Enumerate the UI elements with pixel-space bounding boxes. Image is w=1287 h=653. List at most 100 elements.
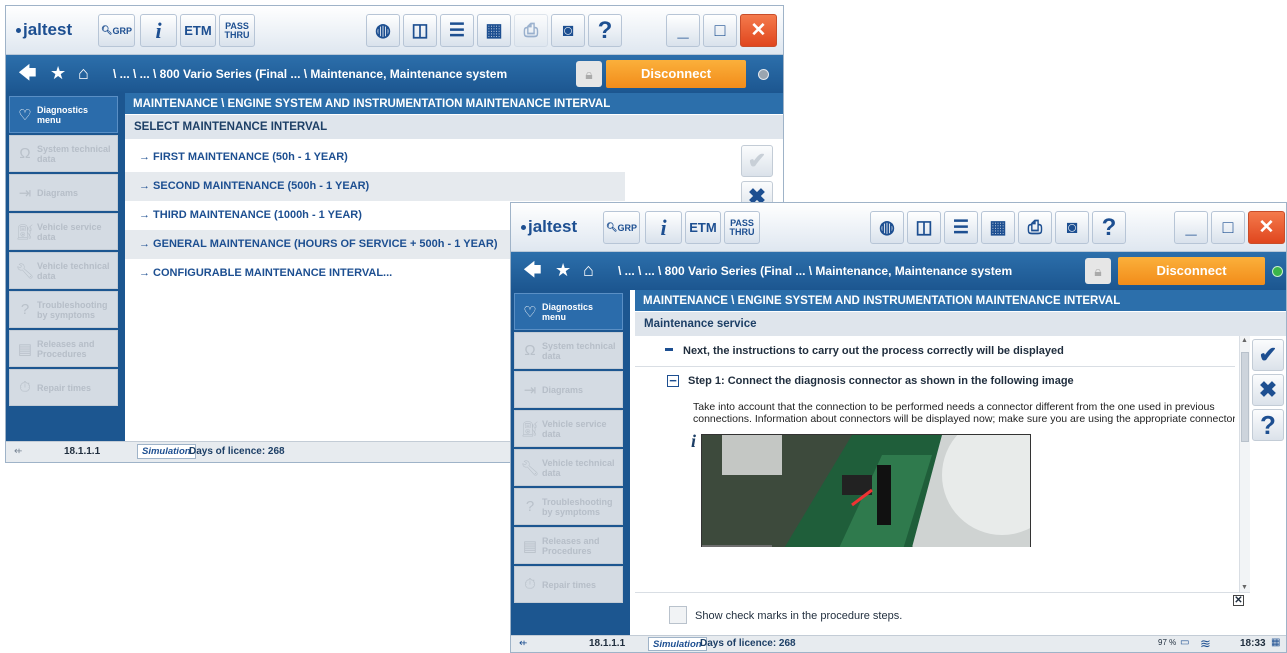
- accept-button[interactable]: ✔: [1252, 339, 1284, 371]
- sidebar-item-system-technical-data[interactable]: Ω System technical data: [9, 135, 118, 172]
- collapse-icon[interactable]: −: [667, 374, 679, 387]
- cancel-button[interactable]: ✖: [1252, 374, 1284, 406]
- sidebar-item-vehicle-service-data[interactable]: ⛽︎ Vehicle service data: [9, 213, 118, 250]
- connection-status-led: [758, 69, 769, 80]
- list-button[interactable]: ☰: [440, 14, 474, 47]
- pass-thru-button[interactable]: PASS THRU: [219, 14, 255, 47]
- sidebar-item-vehicle-technical-data[interactable]: 🔧︎ Vehicle technical data: [9, 252, 118, 289]
- close-small-icon[interactable]: ✕: [1233, 595, 1244, 606]
- list-icon: ☰: [952, 217, 970, 237]
- main-panel: MAINTENANCE \ ENGINE SYSTEM AND INSTRUME…: [635, 290, 1286, 643]
- back-arrow-icon[interactable]: 🡄: [18, 63, 37, 83]
- help-button[interactable]: ?: [1092, 211, 1126, 244]
- diagram-icon: ⇥: [18, 184, 32, 202]
- connector-photo: [701, 434, 1031, 547]
- jaltest-logo: jaltest: [521, 217, 577, 237]
- sidebar-item-diagrams[interactable]: ⇥ Diagrams: [9, 174, 118, 211]
- scroll-down-icon[interactable]: ▼: [1241, 584, 1248, 591]
- favorite-star-icon[interactable]: ★: [555, 260, 571, 280]
- calendar-icon[interactable]: ▦: [1271, 637, 1280, 648]
- print-button[interactable]: ⎙: [514, 14, 548, 47]
- grp-button[interactable]: 🔍︎ GRP: [603, 211, 640, 244]
- home-icon[interactable]: ⌂: [78, 63, 89, 83]
- maximize-button[interactable]: □: [703, 14, 737, 47]
- usb-icon: ⇷: [519, 638, 528, 649]
- omega-icon: Ω: [19, 145, 31, 162]
- sidebar-item-diagnostics[interactable]: ♡ Diagnostics menu: [514, 293, 623, 330]
- repair-times-icon: ⏱︎: [19, 379, 31, 396]
- home-icon[interactable]: ⌂: [583, 260, 594, 280]
- info-button[interactable]: i: [645, 211, 682, 244]
- simulation-badge: Simulation: [137, 444, 196, 459]
- etm-button[interactable]: ETM: [180, 14, 216, 47]
- sidebar-item-vehicle-technical-data[interactable]: 🔧︎ Vehicle technical data: [514, 449, 623, 486]
- info-button[interactable]: i: [140, 14, 177, 47]
- close-button[interactable]: ✕: [1248, 211, 1285, 244]
- sidebar-item-repair-times[interactable]: ⏱︎ Repair times: [514, 566, 623, 603]
- minimize-button[interactable]: _: [1174, 211, 1208, 244]
- simulation-badge: Simulation: [648, 637, 707, 651]
- show-check-marks-checkbox[interactable]: [669, 606, 687, 624]
- menu-item-first-maintenance[interactable]: → FIRST MAINTENANCE (50h - 1 YEAR): [125, 143, 625, 172]
- app-window-front: jaltest 🔍︎ GRP i ETM PASS THRU ◍ ◫ ☰ ▦ ⎙ ◙…: [510, 202, 1287, 653]
- favorite-star-icon[interactable]: ★: [50, 63, 66, 83]
- document-search-button[interactable]: ◫: [403, 14, 437, 47]
- omega-icon: Ω: [524, 342, 536, 359]
- battery-icon: ▭: [1180, 637, 1190, 648]
- licence-label: Days of licence: 268: [189, 446, 285, 457]
- sidebar-item-diagnostics[interactable]: ♡ Diagnostics menu: [9, 96, 118, 133]
- oil-can-icon: ⛽︎: [520, 420, 540, 438]
- calculator-button[interactable]: ▦: [477, 14, 511, 47]
- print-button[interactable]: ⎙: [1018, 211, 1052, 244]
- licence-label: Days of licence: 268: [700, 638, 796, 649]
- sidebar-item-releases-procedures[interactable]: ▤ Releases and Procedures: [9, 330, 118, 367]
- jaltest-logo: jaltest: [16, 20, 72, 40]
- pass-thru-button[interactable]: PASS THRU: [724, 211, 760, 244]
- help-button-side[interactable]: ?: [1252, 409, 1284, 441]
- bullet-dash-icon: [665, 348, 673, 351]
- sidebar-item-releases-procedures[interactable]: ▤ Releases and Procedures: [514, 527, 623, 564]
- back-arrow-icon[interactable]: 🡄: [523, 260, 542, 280]
- battery-level: 97 %: [1158, 638, 1177, 647]
- list-button[interactable]: ☰: [944, 211, 978, 244]
- camera-button[interactable]: ◙: [551, 14, 585, 47]
- document-search-button[interactable]: ◫: [907, 211, 941, 244]
- step-description: Take into account that the connection to…: [693, 401, 1235, 425]
- disconnect-button[interactable]: Disconnect: [606, 60, 746, 88]
- scroll-thumb[interactable]: [1241, 352, 1249, 442]
- sidebar-item-troubleshooting[interactable]: ? Troubleshooting by symptoms: [514, 488, 623, 525]
- lock-icon[interactable]: 🔒︎: [576, 61, 602, 87]
- globe-button[interactable]: ◍: [870, 211, 904, 244]
- sidebar-item-vehicle-service-data[interactable]: ⛽︎ Vehicle service data: [514, 410, 623, 447]
- intro-line: Next, the instructions to carry out the …: [665, 345, 1064, 357]
- breadcrumb: \ ... \ ... \ 800 Vario Series (Final ..…: [113, 67, 508, 81]
- nav-bar: 🡄 ★ ⌂ \ ... \ ... \ 800 Vario Series (Fi…: [511, 252, 1286, 290]
- grp-button[interactable]: 🔍︎ GRP: [98, 14, 135, 47]
- lock-icon[interactable]: 🔒︎: [1085, 258, 1111, 284]
- sidebar-item-system-technical-data[interactable]: Ω System technical data: [514, 332, 623, 369]
- scroll-up-icon[interactable]: ▲: [1241, 337, 1248, 344]
- procedures-icon: ▤: [522, 537, 538, 555]
- sidebar-item-diagrams[interactable]: ⇥ Diagrams: [514, 371, 623, 408]
- clock: 18:33: [1240, 638, 1266, 649]
- sidebar-item-repair-times[interactable]: ⏱︎ Repair times: [9, 369, 118, 406]
- maximize-button[interactable]: □: [1211, 211, 1245, 244]
- help-button[interactable]: ?: [588, 14, 622, 47]
- menu-item-second-maintenance[interactable]: → SECOND MAINTENANCE (500h - 1 YEAR): [125, 172, 625, 201]
- version-label: 18.1.1.1: [64, 446, 101, 457]
- procedure-scrollbar[interactable]: ▲ ▼: [1239, 336, 1250, 592]
- diagram-icon: ⇥: [523, 381, 537, 399]
- stethoscope-icon: ♡: [18, 106, 32, 124]
- globe-icon: ◍: [375, 20, 391, 40]
- disconnect-button[interactable]: Disconnect: [1118, 257, 1265, 285]
- camera-button[interactable]: ◙: [1055, 211, 1089, 244]
- sidebar: ♡ Diagnostics menu Ω System technical data…: [6, 93, 125, 441]
- accept-button[interactable]: ✔: [741, 145, 773, 177]
- nav-bar: 🡄 ★ ⌂ \ ... \ ... \ 800 Vario Series (Fi…: [6, 55, 783, 93]
- etm-button[interactable]: ETM: [685, 211, 721, 244]
- close-button[interactable]: ✕: [740, 14, 777, 47]
- minimize-button[interactable]: _: [666, 14, 700, 47]
- globe-button[interactable]: ◍: [366, 14, 400, 47]
- calculator-button[interactable]: ▦: [981, 211, 1015, 244]
- sidebar-item-troubleshooting[interactable]: ? Troubleshooting by symptoms: [9, 291, 118, 328]
